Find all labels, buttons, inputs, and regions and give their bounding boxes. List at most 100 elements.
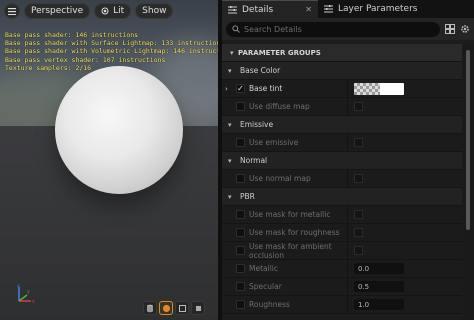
plane-shape-button[interactable] xyxy=(175,301,189,315)
row-base-tint: › Base tint xyxy=(222,80,462,98)
roughness-value-field[interactable]: 1.0 xyxy=(354,299,404,310)
parameter-groups-label: PARAMETER GROUPS xyxy=(238,48,321,57)
hamburger-icon xyxy=(8,7,16,15)
category-normal[interactable]: ▾ Normal xyxy=(222,152,462,170)
chevron-down-icon: ▾ xyxy=(228,120,232,129)
override-checkbox[interactable] xyxy=(236,228,245,237)
category-label: Emissive xyxy=(240,120,274,129)
row-label: Use mask for ambient occlusion xyxy=(249,241,332,260)
category-base-color[interactable]: ▾ Base Color xyxy=(222,62,462,80)
search-input[interactable]: Search Details xyxy=(226,21,440,37)
row-value xyxy=(348,80,462,97)
row-specular: Specular 0.5 xyxy=(222,278,462,296)
tab-details[interactable]: Details ✕ xyxy=(222,0,318,18)
lit-sun-icon xyxy=(101,7,109,15)
override-checkbox[interactable] xyxy=(236,174,245,183)
override-checkbox[interactable] xyxy=(236,210,245,219)
sphere-icon xyxy=(162,304,170,312)
row-name: Base tint xyxy=(222,80,348,97)
override-checkbox[interactable] xyxy=(236,246,245,255)
row-name: Use mask for ambient occlusion xyxy=(222,241,348,260)
row-label: Metallic xyxy=(249,264,278,273)
row-use-normal-map: Use normal map xyxy=(222,170,462,188)
svg-text:X: X xyxy=(32,299,35,304)
row-value xyxy=(348,170,462,187)
value-checkbox[interactable] xyxy=(354,174,363,183)
value-checkbox[interactable] xyxy=(354,228,363,237)
chevron-down-icon: ▾ xyxy=(230,48,234,57)
row-name: Use emissive xyxy=(222,134,348,151)
tab-layer-parameters[interactable]: Layer Parameters xyxy=(318,0,423,18)
row-name: Use diffuse map xyxy=(222,98,348,115)
row-label: Use emissive xyxy=(249,138,299,147)
preview-shape-selector xyxy=(143,301,205,315)
scrollbar-thumb[interactable] xyxy=(466,50,470,230)
parameter-groups-header[interactable]: ▾ PARAMETER GROUPS xyxy=(222,44,462,62)
cube-shape-button[interactable] xyxy=(191,301,205,315)
row-label: Use mask for roughness xyxy=(249,228,340,237)
row-value: 0.0 xyxy=(348,260,462,277)
base-tint-color-swatch[interactable] xyxy=(354,82,404,95)
row-value xyxy=(348,98,462,115)
value-checkbox[interactable] xyxy=(354,102,363,111)
svg-text:Z: Z xyxy=(17,284,20,288)
details-panel: Details ✕ Layer Parameters Search Detail… xyxy=(222,0,474,320)
show-label: Show xyxy=(142,6,167,16)
search-icon xyxy=(232,25,240,33)
show-button[interactable]: Show xyxy=(135,3,174,19)
override-checkbox[interactable] xyxy=(236,102,245,111)
stat-line: Base pass vertex shader: 107 instruction… xyxy=(5,55,166,64)
metallic-value-field[interactable]: 0.0 xyxy=(354,263,404,274)
chevron-right-icon[interactable]: › xyxy=(225,85,228,93)
cylinder-shape-button[interactable] xyxy=(143,301,157,315)
tab-details-label: Details xyxy=(242,4,274,15)
override-checkbox[interactable] xyxy=(236,264,245,273)
cube-icon xyxy=(195,305,201,311)
stat-line: Texture samplers: 2/16 xyxy=(5,63,92,72)
row-name: Use mask for roughness xyxy=(222,224,348,241)
details-icon xyxy=(228,5,237,13)
value-checkbox[interactable] xyxy=(354,138,363,147)
row-label: Use mask for metallic xyxy=(249,210,331,219)
search-row: Search Details xyxy=(222,18,474,40)
svg-text:Y: Y xyxy=(26,290,30,295)
base-tint-checkbox[interactable] xyxy=(236,84,245,93)
override-checkbox[interactable] xyxy=(236,300,245,309)
plane-icon xyxy=(178,304,186,312)
stat-line: Base pass shader with Volumetric Lightma… xyxy=(5,47,218,56)
row-name: Metallic xyxy=(222,260,348,277)
sphere-shape-button[interactable] xyxy=(159,301,173,315)
material-preview-viewport[interactable]: Perspective Lit Show Base pass shader: 1… xyxy=(0,0,218,320)
category-label: Normal xyxy=(240,156,268,165)
override-checkbox[interactable] xyxy=(236,282,245,291)
row-use-mask-metallic: Use mask for metallic xyxy=(222,206,462,224)
grid-view-icon[interactable] xyxy=(445,24,455,34)
value-checkbox[interactable] xyxy=(354,246,363,255)
row-label: Base tint xyxy=(249,84,283,93)
lit-label: Lit xyxy=(113,6,125,16)
category-pbr[interactable]: ▾ PBR xyxy=(222,188,462,206)
override-checkbox[interactable] xyxy=(236,138,245,147)
chevron-down-icon: ▾ xyxy=(228,192,232,201)
row-use-diffuse-map: Use diffuse map xyxy=(222,98,462,116)
alpha-checker xyxy=(354,82,380,95)
value-checkbox[interactable] xyxy=(354,210,363,219)
row-value xyxy=(348,206,462,223)
shader-stats: Base pass shader: 146 instructions Base … xyxy=(5,31,218,72)
details-scrollbar[interactable] xyxy=(462,44,474,320)
perspective-label: Perspective xyxy=(31,6,84,16)
specular-value-field[interactable]: 0.5 xyxy=(354,281,404,292)
preview-sphere xyxy=(55,66,183,194)
lit-button[interactable]: Lit xyxy=(94,3,132,19)
close-icon[interactable]: ✕ xyxy=(305,5,312,14)
viewport-toolbar: Perspective Lit Show xyxy=(4,3,174,19)
chevron-down-icon: ▾ xyxy=(228,156,232,165)
row-label: Use diffuse map xyxy=(249,102,310,111)
category-emissive[interactable]: ▾ Emissive xyxy=(222,116,462,134)
gear-icon[interactable] xyxy=(460,24,470,34)
perspective-button[interactable]: Perspective xyxy=(24,3,91,19)
viewport-menu-button[interactable] xyxy=(4,3,20,19)
row-name: Specular xyxy=(222,278,348,295)
row-use-mask-ao: Use mask for ambient occlusion xyxy=(222,242,462,260)
row-label: Specular xyxy=(249,282,282,291)
